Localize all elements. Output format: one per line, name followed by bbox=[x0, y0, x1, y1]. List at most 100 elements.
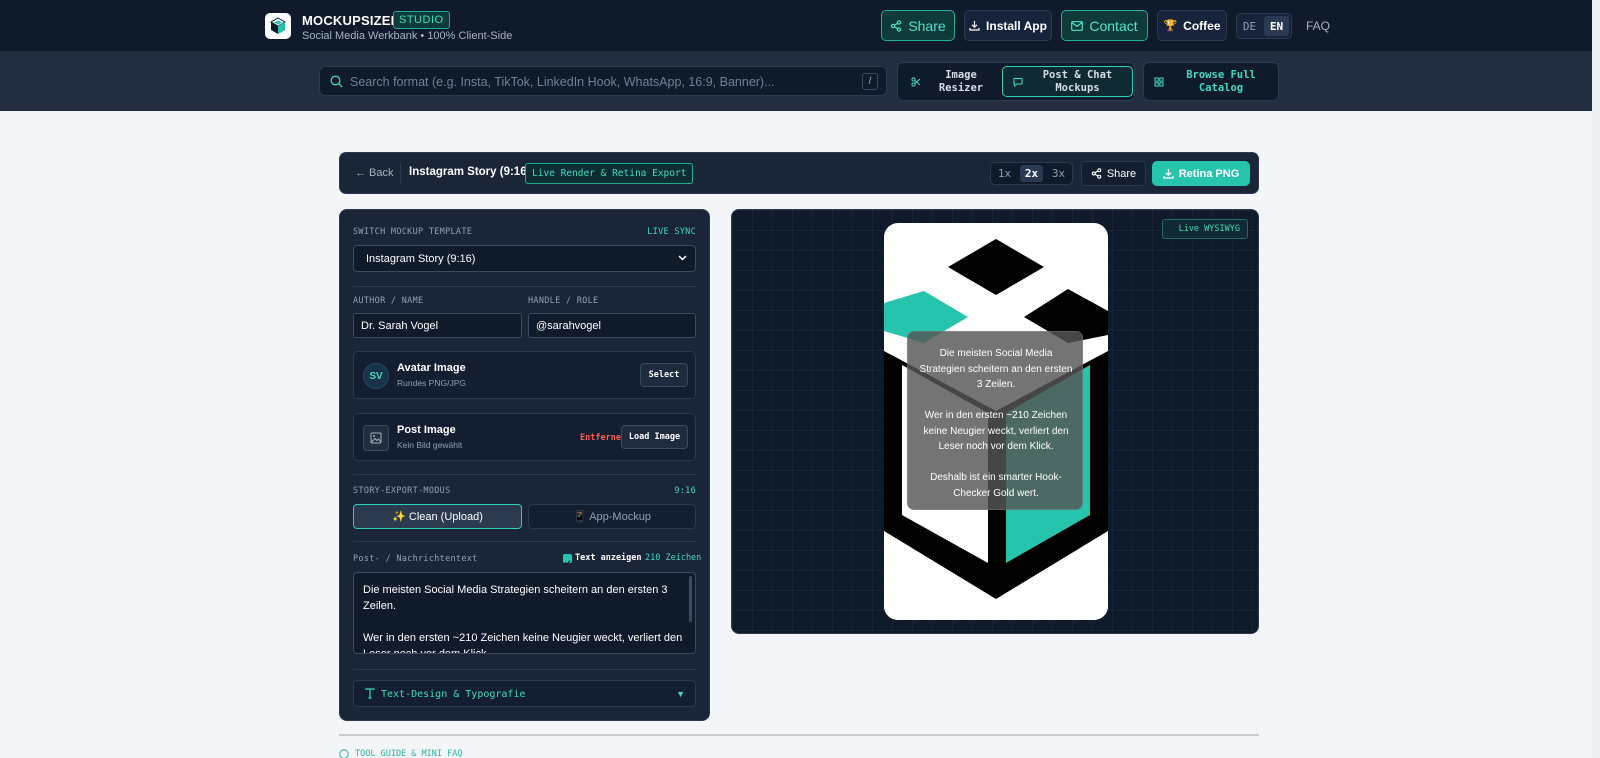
divider bbox=[353, 669, 696, 670]
tab-post-chat-mockups[interactable]: Post & Chat Mockups bbox=[1002, 66, 1133, 97]
lang-en[interactable]: EN bbox=[1264, 16, 1289, 36]
search-icon bbox=[330, 75, 343, 88]
template-select-value: Instagram Story (9:16) bbox=[366, 253, 476, 265]
image-resizer-line1: Image bbox=[945, 68, 977, 81]
search-input[interactable]: Search format (e.g. Insta, TikTok, Linke… bbox=[319, 66, 887, 96]
scissors-icon bbox=[911, 76, 921, 87]
mail-icon bbox=[1071, 20, 1084, 31]
install-app-label: Install App bbox=[986, 18, 1047, 33]
post-image-card: Post Image Kein Bild gewählt Entfernen L… bbox=[353, 413, 696, 461]
language-switch: DE EN bbox=[1236, 13, 1292, 39]
catalog-line2: Catalog bbox=[1198, 81, 1244, 94]
handle-label: HANDLE / ROLE bbox=[528, 296, 599, 306]
section-divider bbox=[339, 734, 1259, 736]
caret-down-icon: ▼ bbox=[676, 689, 685, 699]
post-text-label: Post- / Nachrichtentext bbox=[353, 554, 478, 564]
live-sync-label: LIVE SYNC bbox=[647, 227, 696, 237]
faq-link[interactable]: FAQ bbox=[1306, 19, 1330, 33]
remove-image-button[interactable]: Entfernen bbox=[580, 433, 626, 443]
handle-input[interactable]: @sarahvogel bbox=[528, 313, 696, 338]
author-name-input[interactable]: Dr. Sarah Vogel bbox=[353, 313, 522, 338]
post-image-subtitle: Kein Bild gewählt bbox=[397, 440, 463, 450]
post-text-textarea[interactable]: Die meisten Social Media Strategien sche… bbox=[353, 572, 696, 654]
divider bbox=[353, 286, 696, 287]
mockups-line2: Mockups bbox=[1055, 81, 1100, 94]
mode-clean-button[interactable]: ✨ Clean (Upload) bbox=[353, 504, 522, 529]
export-mode-label: STORY-EXPORT-MODUS bbox=[353, 486, 451, 496]
tab-image-resizer[interactable]: Image Resizer bbox=[901, 66, 1001, 97]
author-label: AUTHOR / NAME bbox=[353, 296, 424, 306]
trophy-icon: 🏆 bbox=[1163, 20, 1178, 32]
brand-name: MOCKUPSIZER bbox=[302, 13, 401, 28]
tool-navigation-bar: Search format (e.g. Insta, TikTok, Linke… bbox=[0, 52, 1600, 111]
tool-guide-label: TOOL GUIDE & MINI FAQ bbox=[355, 749, 463, 758]
search-shortcut-key: / bbox=[862, 73, 878, 90]
share-label: Share bbox=[908, 17, 946, 34]
image-resizer-line2: Resizer bbox=[938, 81, 984, 94]
mode-app-mockup-button[interactable]: 📱 App-Mockup bbox=[528, 504, 696, 529]
divider bbox=[400, 163, 401, 185]
avatar-select-button[interactable]: Select bbox=[640, 363, 688, 387]
mockups-line1: Post & Chat bbox=[1042, 68, 1113, 81]
textarea-scrollbar[interactable] bbox=[689, 576, 692, 622]
share-button[interactable]: Share bbox=[881, 10, 955, 41]
post-image-title: Post Image bbox=[397, 424, 456, 436]
logo-icon[interactable] bbox=[265, 13, 291, 39]
tool-guide-heading[interactable]: TOOL GUIDE & MINI FAQ bbox=[339, 749, 462, 758]
coffee-button[interactable]: 🏆 Coffee bbox=[1157, 10, 1227, 41]
live-render-badge: Live Render & Retina Export bbox=[525, 163, 694, 184]
editor-share-button[interactable]: Share bbox=[1081, 161, 1146, 186]
grid-icon bbox=[1154, 77, 1164, 87]
text-overlay[interactable]: Die meisten Social Media Strategien sche… bbox=[907, 331, 1083, 510]
template-label: SWITCH MOCKUP TEMPLATE bbox=[353, 227, 473, 237]
export-scale-switch: 1x 2x 3x bbox=[990, 162, 1073, 185]
browse-catalog-button[interactable]: Browse Full Catalog bbox=[1143, 62, 1279, 101]
back-button[interactable]: ← Back bbox=[355, 167, 394, 179]
chat-icon bbox=[1013, 77, 1023, 87]
avatar-image-card: SV Avatar Image Rundes PNG/JPG Select bbox=[353, 351, 696, 399]
chevron-down-icon bbox=[678, 255, 687, 261]
load-image-button[interactable]: Load Image bbox=[621, 425, 688, 449]
scale-3x[interactable]: 3x bbox=[1047, 165, 1070, 182]
divider bbox=[353, 474, 696, 475]
editor-title: Instagram Story (9:16) bbox=[409, 166, 531, 178]
character-count: 210 Zeichen bbox=[645, 553, 702, 563]
top-header: MOCKUPSIZER STUDIO Social Media Werkbank… bbox=[0, 0, 1600, 52]
help-icon bbox=[339, 749, 349, 758]
typography-accordion[interactable]: Text-Design & Typografie ▼ bbox=[353, 680, 696, 707]
scale-1x[interactable]: 1x bbox=[993, 165, 1016, 182]
image-icon bbox=[363, 425, 389, 451]
retina-png-export-button[interactable]: Retina PNG bbox=[1152, 161, 1250, 186]
scale-2x[interactable]: 2x bbox=[1019, 165, 1044, 182]
search-placeholder: Search format (e.g. Insta, TikTok, Linke… bbox=[350, 75, 775, 89]
coffee-label: Coffee bbox=[1183, 18, 1221, 33]
live-preview: Live WYSIWYG Die meisten Social Media St… bbox=[731, 209, 1259, 634]
show-text-label: Text anzeigen bbox=[575, 553, 642, 563]
divider bbox=[353, 541, 696, 542]
avatar: SV bbox=[363, 363, 389, 389]
download-icon bbox=[1163, 169, 1174, 179]
overlay-text: Die meisten Social Media Strategien sche… bbox=[919, 348, 1073, 499]
lang-de[interactable]: DE bbox=[1237, 14, 1262, 38]
editor-header: ← Back Instagram Story (9:16) Live Rende… bbox=[339, 152, 1259, 194]
post-text-value: Die meisten Social Media Strategien sche… bbox=[363, 584, 683, 654]
avatar-subtitle: Rundes PNG/JPG bbox=[397, 378, 466, 388]
contact-label: Contact bbox=[1089, 17, 1138, 34]
text-type-icon bbox=[365, 688, 375, 699]
page-scrollbar[interactable] bbox=[1592, 0, 1600, 758]
install-app-button[interactable]: Install App bbox=[964, 10, 1052, 41]
download-icon bbox=[969, 21, 980, 31]
editor-share-label: Share bbox=[1106, 167, 1137, 180]
export-ratio: 9:16 bbox=[674, 486, 696, 496]
brand-tagline: Social Media Werkbank • 100% Client-Side bbox=[302, 30, 513, 42]
story-preview-canvas[interactable]: Die meisten Social Media Strategien sche… bbox=[884, 223, 1108, 620]
contact-button[interactable]: Contact bbox=[1061, 10, 1148, 41]
retina-png-label: Retina PNG bbox=[1178, 167, 1240, 180]
typography-label: Text-Design & Typografie bbox=[381, 689, 526, 700]
share-icon bbox=[1091, 168, 1102, 179]
settings-panel: SWITCH MOCKUP TEMPLATE LIVE SYNC Instagr… bbox=[339, 209, 710, 721]
tool-switcher: Image Resizer Post & Chat Mockups bbox=[897, 62, 1135, 101]
catalog-line1: Browse Full bbox=[1186, 68, 1256, 81]
template-select[interactable]: Instagram Story (9:16) bbox=[353, 245, 696, 272]
show-text-checkbox[interactable] bbox=[563, 554, 572, 566]
